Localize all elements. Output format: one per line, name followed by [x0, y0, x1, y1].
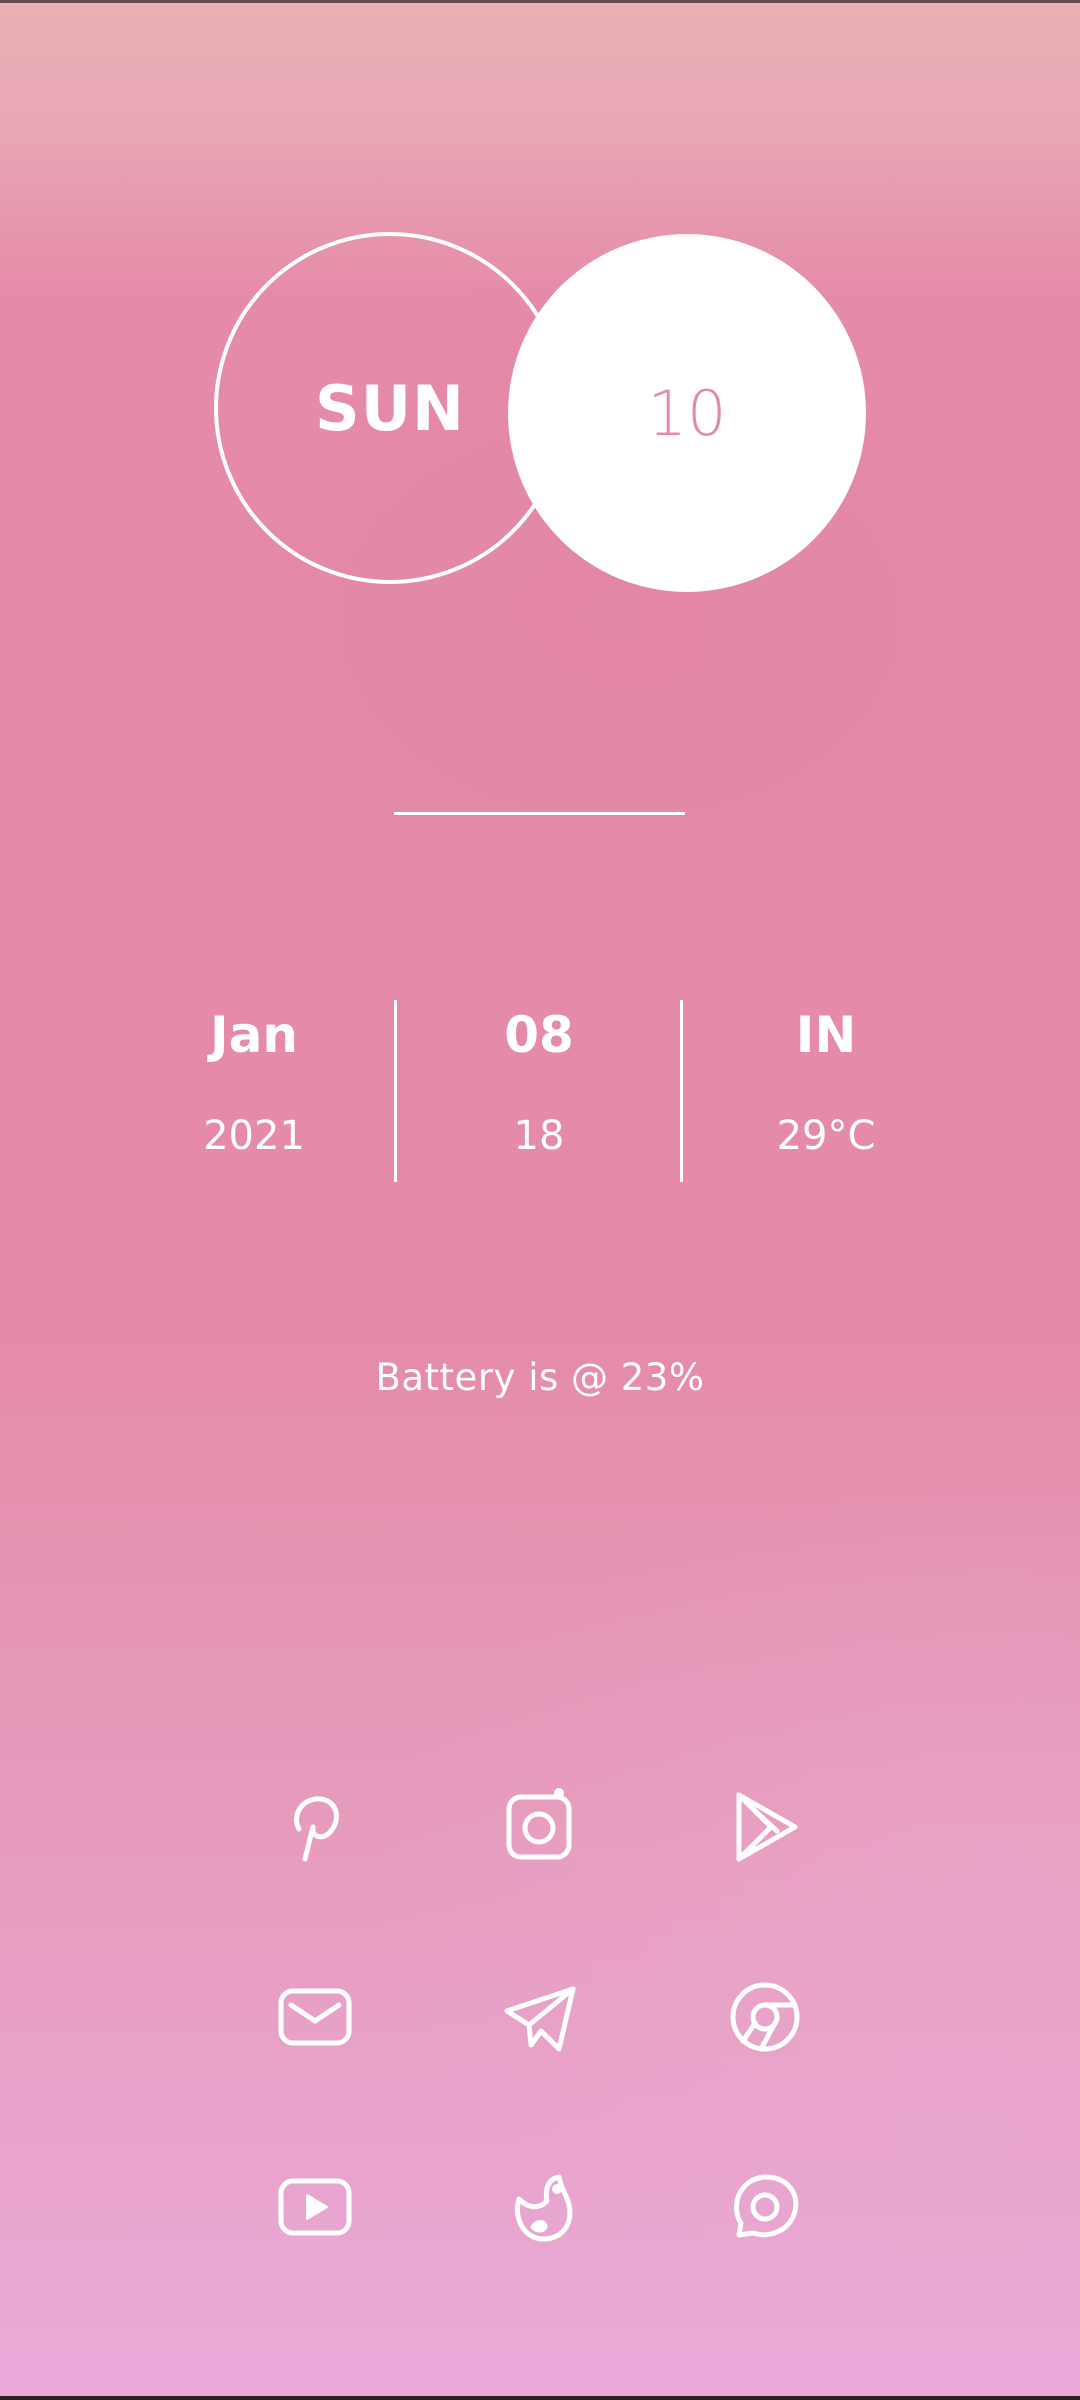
date-circle: 10: [508, 234, 866, 592]
hour-label: 08: [504, 1006, 574, 1064]
chat-bubble-icon[interactable]: [720, 2162, 810, 2252]
chrome-icon[interactable]: [720, 1972, 810, 2062]
mail-icon[interactable]: [270, 1972, 360, 2062]
youtube-icon[interactable]: [270, 2162, 360, 2252]
temperature-label: 29°C: [776, 1113, 876, 1159]
month-label: Jan: [210, 1006, 298, 1064]
pinterest-icon[interactable]: [270, 1782, 360, 1872]
instagram-icon[interactable]: [496, 1782, 586, 1872]
bird-icon[interactable]: [496, 2162, 586, 2252]
year-label: 2021: [203, 1113, 305, 1159]
play-store-icon[interactable]: [720, 1782, 810, 1872]
column-divider: [680, 1000, 683, 1182]
country-label: IN: [795, 1006, 857, 1064]
column-divider: [394, 1000, 397, 1182]
navigation-strip: [0, 2396, 1080, 2400]
telegram-icon[interactable]: [496, 1972, 586, 2062]
month-year-column: Jan 2021: [134, 990, 374, 1164]
weather-column: IN 29°C: [706, 990, 946, 1164]
date-number: 10: [647, 376, 727, 450]
divider-line: [394, 812, 685, 815]
status-strip: [0, 0, 1080, 3]
time-column: 08 18: [419, 990, 659, 1164]
battery-status: Battery is @ 23%: [375, 1356, 705, 1399]
minute-label: 18: [513, 1113, 565, 1159]
